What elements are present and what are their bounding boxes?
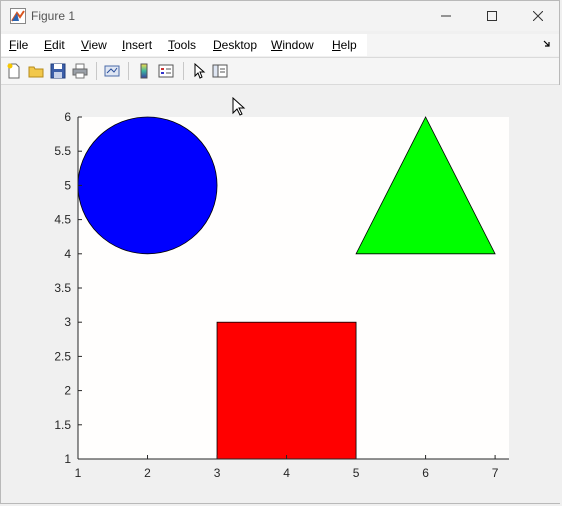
menu-tools[interactable]: Tools bbox=[168, 38, 196, 52]
maximize-icon bbox=[487, 11, 497, 21]
property-inspector-icon[interactable] bbox=[211, 62, 229, 80]
menu-view[interactable]: View bbox=[81, 38, 107, 52]
toolbar-separator bbox=[96, 62, 97, 80]
toolbar-separator bbox=[128, 62, 129, 80]
insert-legend-icon[interactable] bbox=[157, 62, 175, 80]
figure-canvas: 1 2 3 4 5 6 7 1 1.5 2 2.5 3 3.5 4 4.5 5 5.5 6 bbox=[1, 85, 561, 503]
x-tick-label: 1 bbox=[75, 466, 82, 480]
minimize-icon bbox=[441, 15, 451, 17]
minimize-button[interactable] bbox=[423, 1, 469, 31]
x-tick-label: 4 bbox=[283, 466, 290, 480]
menu-edit[interactable]: Edit bbox=[44, 38, 65, 52]
blue-circle[interactable] bbox=[77, 116, 218, 255]
matlab-icon bbox=[10, 8, 26, 24]
title-bar[interactable]: Figure 1 bbox=[1, 1, 559, 31]
print-icon[interactable] bbox=[71, 62, 89, 80]
menu-desktop[interactable]: Desktop bbox=[213, 38, 257, 52]
link-plot-icon[interactable] bbox=[103, 62, 121, 80]
open-file-icon[interactable] bbox=[27, 62, 45, 80]
x-tick-label: 3 bbox=[214, 466, 221, 480]
figure-toolbar bbox=[1, 57, 559, 85]
y-tick-label: 5.5 bbox=[54, 144, 71, 158]
mouse-pointer-icon bbox=[232, 97, 246, 116]
menu-help[interactable]: Help bbox=[332, 38, 357, 52]
x-tick-label: 2 bbox=[144, 466, 151, 480]
y-tick-label: 6 bbox=[64, 110, 71, 124]
y-tick-label: 4.5 bbox=[54, 213, 71, 227]
window-title: Figure 1 bbox=[31, 9, 76, 23]
menu-bar: File Edit View Insert Tools Desktop Window Help bbox=[1, 34, 559, 56]
y-tick-label: 3.5 bbox=[54, 281, 71, 295]
y-tick-label: 5 bbox=[64, 178, 71, 192]
red-rectangle[interactable] bbox=[216, 321, 357, 460]
menu-file[interactable]: File bbox=[9, 38, 28, 52]
menu-insert[interactable]: Insert bbox=[122, 38, 152, 52]
y-tick-label: 2.5 bbox=[54, 349, 71, 363]
edit-plot-icon[interactable] bbox=[190, 62, 208, 80]
y-tick-label: 1.5 bbox=[54, 418, 71, 432]
y-tick-label: 4 bbox=[64, 247, 71, 261]
y-tick-label: 2 bbox=[64, 384, 71, 398]
x-tick-label: 7 bbox=[492, 466, 499, 480]
close-button[interactable] bbox=[515, 1, 561, 31]
x-tick-label: 5 bbox=[353, 466, 360, 480]
y-tick-label: 3 bbox=[64, 315, 71, 329]
menu-window[interactable]: Window bbox=[271, 38, 314, 52]
save-icon[interactable] bbox=[49, 62, 67, 80]
toolbar-separator bbox=[183, 62, 184, 80]
insert-colorbar-icon[interactable] bbox=[135, 62, 153, 80]
maximize-button[interactable] bbox=[469, 1, 515, 31]
plot-axes[interactable]: 1 2 3 4 5 6 7 1 1.5 2 2.5 3 3.5 4 4.5 5 5.5 6 bbox=[1, 85, 561, 503]
close-icon bbox=[533, 11, 543, 21]
y-tick-label: 1 bbox=[64, 452, 71, 466]
figure-window: Figure 1 File Edit View Insert Tools Desktop W… bbox=[0, 0, 561, 504]
x-tick-label: 6 bbox=[422, 466, 429, 480]
dock-arrow-icon[interactable] bbox=[543, 40, 551, 48]
new-figure-icon[interactable] bbox=[5, 62, 23, 80]
